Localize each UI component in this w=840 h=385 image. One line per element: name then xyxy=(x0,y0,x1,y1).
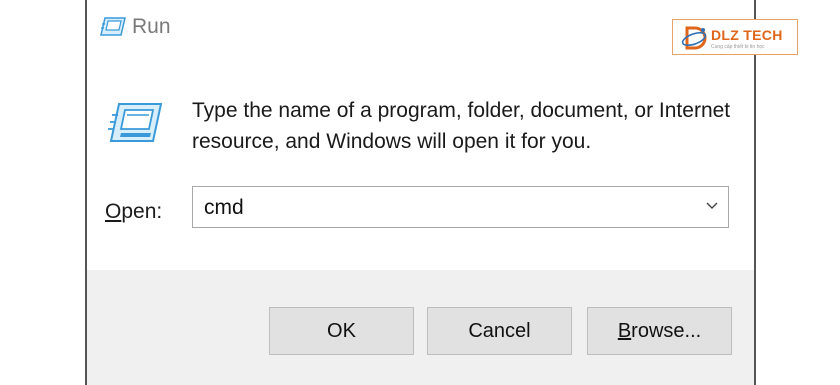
run-dialog: Run Type the name of a program, folder, … xyxy=(85,0,756,385)
browse-button[interactable]: Browse... xyxy=(587,307,732,355)
window-title: Run xyxy=(132,15,171,38)
title-bar[interactable]: Run xyxy=(87,0,754,55)
run-app-icon xyxy=(108,103,163,142)
dlz-tech-watermark: DLZ TECH Cung cấp thiết bị tin học xyxy=(672,19,798,55)
cancel-button[interactable]: Cancel xyxy=(427,307,572,355)
ok-button[interactable]: OK xyxy=(269,307,414,355)
watermark-tagline: Cung cấp thiết bị tin học xyxy=(711,44,765,50)
chevron-down-icon[interactable] xyxy=(705,201,719,211)
run-app-icon xyxy=(100,17,126,36)
open-label-mnemonic: O xyxy=(105,200,122,223)
browse-mnemonic: B xyxy=(617,320,632,342)
open-input[interactable]: cmd xyxy=(204,196,244,220)
watermark-brand: DLZ TECH xyxy=(711,27,783,43)
button-bar: OK Cancel Browse... xyxy=(87,270,754,385)
open-label: Open: xyxy=(105,200,162,224)
dialog-description: Type the name of a program, folder, docu… xyxy=(192,99,731,153)
open-combobox[interactable]: cmd xyxy=(192,186,729,228)
browse-label: rowse... xyxy=(631,320,702,342)
dlz-logo-icon xyxy=(681,26,707,50)
open-label-text: pen: xyxy=(121,200,163,223)
